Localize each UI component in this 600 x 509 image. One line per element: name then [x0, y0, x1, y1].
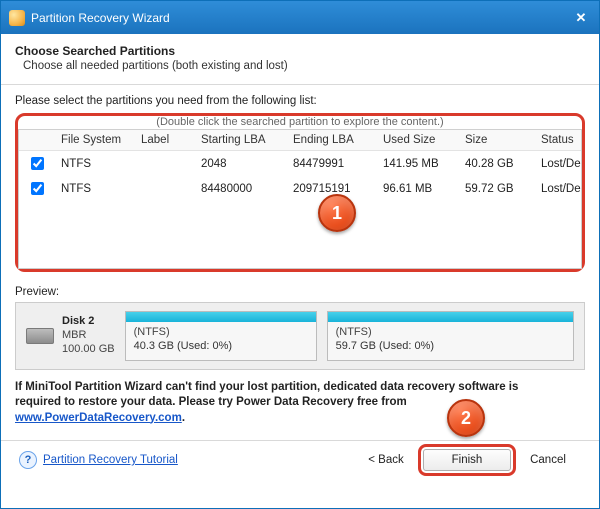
- cell-ending-lba: 84479991: [287, 151, 377, 177]
- row-checkbox[interactable]: [31, 182, 44, 195]
- content-area: Choose Searched Partitions Choose all ne…: [1, 34, 599, 508]
- disk-capacity: 100.00 GB: [62, 343, 115, 357]
- cell-status: Lost/Deleted: [535, 176, 581, 201]
- annotation-1-outline: (Double click the searched partition to …: [15, 113, 585, 272]
- col-used-size[interactable]: Used Size: [377, 130, 459, 151]
- cell-starting-lba: 84480000: [195, 176, 287, 201]
- cell-ending-lba: 209715191: [287, 176, 377, 201]
- preview-partition-1[interactable]: (NTFS) 40.3 GB (Used: 0%): [125, 311, 317, 361]
- cell-filesystem: NTFS: [55, 151, 135, 177]
- table-row[interactable]: NTFS 84480000 209715191 96.61 MB 59.72 G…: [19, 176, 581, 201]
- help-icon: ?: [19, 451, 37, 469]
- preview-label: Preview:: [15, 286, 585, 298]
- disk-type: MBR: [62, 329, 115, 343]
- tutorial-link[interactable]: Partition Recovery Tutorial: [43, 454, 178, 466]
- close-button[interactable]: ✕: [571, 9, 591, 27]
- preview-partition-2[interactable]: (NTFS) 59.7 GB (Used: 0%): [327, 311, 574, 361]
- cell-size: 40.28 GB: [459, 151, 535, 177]
- partition-fs: (NTFS): [134, 326, 308, 340]
- preview-disk: Disk 2 MBR 100.00 GB: [26, 315, 115, 356]
- disk-name: Disk 2: [62, 315, 115, 329]
- list-prompt: Please select the partitions you need fr…: [15, 95, 585, 107]
- partition-list: File System Label Starting LBA Ending LB…: [18, 129, 582, 269]
- note-text-2: required to restore your data. Please tr…: [15, 396, 407, 408]
- divider: [1, 84, 599, 85]
- app-icon: [9, 10, 25, 26]
- col-status[interactable]: Status: [535, 130, 581, 151]
- double-click-hint: (Double click the searched partition to …: [18, 117, 582, 129]
- back-button[interactable]: < Back: [353, 450, 419, 470]
- preview-panel: Disk 2 MBR 100.00 GB (NTFS) 40.3 GB (Use…: [15, 302, 585, 370]
- cell-label: [135, 151, 195, 177]
- table-row[interactable]: NTFS 2048 84479991 141.95 MB 40.28 GB Lo…: [19, 151, 581, 177]
- partition-recovery-wizard-window: Partition Recovery Wizard ✕ Choose Searc…: [0, 0, 600, 509]
- col-checkbox: [19, 130, 55, 151]
- cell-used-size: 141.95 MB: [377, 151, 459, 177]
- finish-button[interactable]: Finish: [423, 449, 511, 471]
- note-text-1: If MiniTool Partition Wizard can't find …: [15, 381, 518, 393]
- window-title: Partition Recovery Wizard: [31, 11, 170, 25]
- partition-summary: 59.7 GB (Used: 0%): [336, 340, 565, 354]
- partition-usage-bar: [126, 312, 316, 322]
- note-dot: .: [182, 412, 185, 424]
- disk-icon: [26, 328, 54, 344]
- partition-summary: 40.3 GB (Used: 0%): [134, 340, 308, 354]
- cell-label: [135, 176, 195, 201]
- col-filesystem[interactable]: File System: [55, 130, 135, 151]
- close-icon: ✕: [576, 10, 587, 26]
- page-subtitle: Choose all needed partitions (both exist…: [23, 60, 585, 72]
- recovery-note: If MiniTool Partition Wizard can't find …: [15, 380, 585, 427]
- partition-usage-bar: [328, 312, 573, 322]
- cell-starting-lba: 2048: [195, 151, 287, 177]
- wizard-buttons: 2 < Back Finish Cancel: [353, 449, 581, 471]
- partition-fs: (NTFS): [336, 326, 565, 340]
- col-label[interactable]: Label: [135, 130, 195, 151]
- col-ending-lba[interactable]: Ending LBA: [287, 130, 377, 151]
- col-size[interactable]: Size: [459, 130, 535, 151]
- row-checkbox[interactable]: [31, 157, 44, 170]
- col-starting-lba[interactable]: Starting LBA: [195, 130, 287, 151]
- power-data-recovery-link[interactable]: www.PowerDataRecovery.com: [15, 412, 182, 424]
- cell-status: Lost/Deleted: [535, 151, 581, 177]
- page-title: Choose Searched Partitions: [15, 44, 585, 58]
- cell-used-size: 96.61 MB: [377, 176, 459, 201]
- footer-bar: ? Partition Recovery Tutorial 2 < Back F…: [15, 441, 585, 475]
- cell-size: 59.72 GB: [459, 176, 535, 201]
- title-bar: Partition Recovery Wizard ✕: [1, 1, 599, 34]
- cell-filesystem: NTFS: [55, 176, 135, 201]
- cancel-button[interactable]: Cancel: [515, 450, 581, 470]
